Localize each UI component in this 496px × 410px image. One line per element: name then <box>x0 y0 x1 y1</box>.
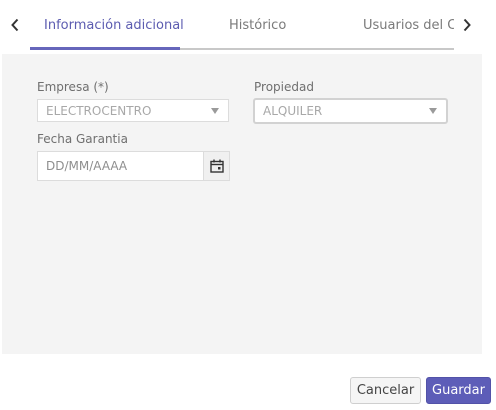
form-panel: Empresa (*) ELECTROCENTRO Propiedad ALQU… <box>2 54 482 354</box>
fecha-garantia-placeholder: DD/MM/AAAA <box>46 159 128 173</box>
tabs-viewport: Información adicional Histórico Usuarios… <box>30 0 454 50</box>
tab-usuarios-del-ci[interactable]: Usuarios del CI <box>363 18 454 33</box>
tab-informacion-adicional[interactable]: Información adicional <box>44 18 184 33</box>
calendar-icon <box>209 159 224 173</box>
propiedad-label: Propiedad <box>254 80 314 94</box>
save-button[interactable]: Guardar <box>426 377 491 404</box>
empresa-label: Empresa (*) <box>37 80 109 94</box>
chevron-right-icon <box>463 18 471 32</box>
propiedad-value: ALQUILER <box>263 104 323 118</box>
cancel-button[interactable]: Cancelar <box>350 377 421 404</box>
tab-bar: Información adicional Histórico Usuarios… <box>0 0 484 54</box>
chevron-down-icon <box>211 108 219 114</box>
fecha-garantia-label: Fecha Garantia <box>37 132 128 146</box>
active-tab-indicator <box>30 47 180 50</box>
tab-historico[interactable]: Histórico <box>229 18 286 33</box>
fecha-garantia-input[interactable]: DD/MM/AAAA <box>37 151 204 181</box>
calendar-button[interactable] <box>203 151 230 181</box>
tabs-next-button[interactable] <box>457 12 477 38</box>
tabs-prev-button[interactable] <box>5 12 25 38</box>
empresa-value: ELECTROCENTRO <box>46 103 152 118</box>
propiedad-select[interactable]: ALQUILER <box>253 98 448 124</box>
empresa-select[interactable]: ELECTROCENTRO <box>37 99 229 122</box>
chevron-down-icon <box>429 108 437 114</box>
chevron-left-icon <box>11 18 19 32</box>
